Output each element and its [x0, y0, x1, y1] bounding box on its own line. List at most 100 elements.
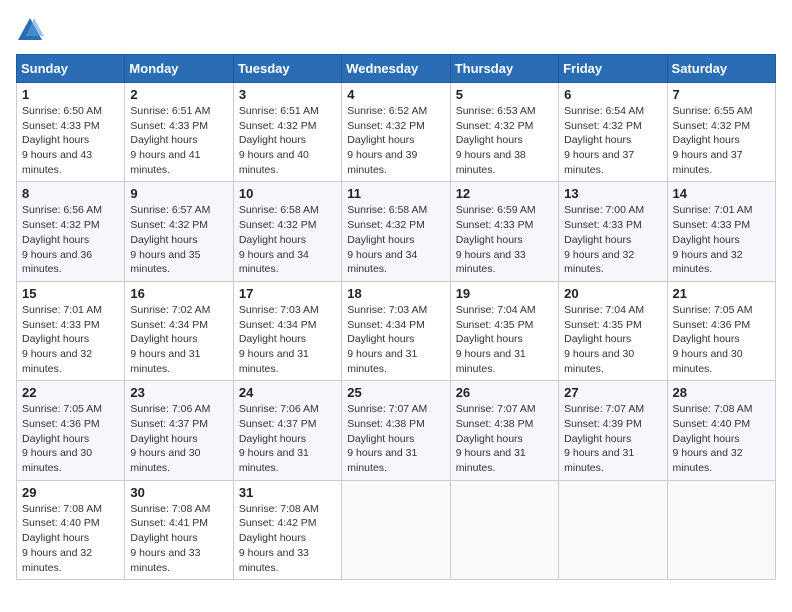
weekday-tuesday: Tuesday: [233, 55, 341, 83]
day-info: Sunrise: 7:05 AM Sunset: 4:36 PM Dayligh…: [673, 303, 770, 376]
day-number: 3: [239, 87, 336, 102]
weekday-monday: Monday: [125, 55, 233, 83]
day-number: 4: [347, 87, 444, 102]
calendar-cell: 30 Sunrise: 7:08 AM Sunset: 4:41 PM Dayl…: [125, 480, 233, 579]
calendar-cell: 17 Sunrise: 7:03 AM Sunset: 4:34 PM Dayl…: [233, 281, 341, 380]
day-number: 7: [673, 87, 770, 102]
calendar-cell: [450, 480, 558, 579]
day-number: 26: [456, 385, 553, 400]
day-number: 20: [564, 286, 661, 301]
day-number: 8: [22, 186, 119, 201]
calendar-cell: 31 Sunrise: 7:08 AM Sunset: 4:42 PM Dayl…: [233, 480, 341, 579]
day-number: 31: [239, 485, 336, 500]
day-number: 18: [347, 286, 444, 301]
calendar-cell: 25 Sunrise: 7:07 AM Sunset: 4:38 PM Dayl…: [342, 381, 450, 480]
weekday-thursday: Thursday: [450, 55, 558, 83]
day-info: Sunrise: 6:51 AM Sunset: 4:32 PM Dayligh…: [239, 104, 336, 177]
day-info: Sunrise: 7:00 AM Sunset: 4:33 PM Dayligh…: [564, 203, 661, 276]
day-info: Sunrise: 6:58 AM Sunset: 4:32 PM Dayligh…: [347, 203, 444, 276]
calendar-cell: 8 Sunrise: 6:56 AM Sunset: 4:32 PM Dayli…: [17, 182, 125, 281]
day-number: 5: [456, 87, 553, 102]
day-info: Sunrise: 6:53 AM Sunset: 4:32 PM Dayligh…: [456, 104, 553, 177]
day-number: 16: [130, 286, 227, 301]
day-info: Sunrise: 7:05 AM Sunset: 4:36 PM Dayligh…: [22, 402, 119, 475]
day-info: Sunrise: 6:52 AM Sunset: 4:32 PM Dayligh…: [347, 104, 444, 177]
day-info: Sunrise: 7:07 AM Sunset: 4:39 PM Dayligh…: [564, 402, 661, 475]
calendar-cell: 26 Sunrise: 7:07 AM Sunset: 4:38 PM Dayl…: [450, 381, 558, 480]
day-number: 27: [564, 385, 661, 400]
calendar-cell: 22 Sunrise: 7:05 AM Sunset: 4:36 PM Dayl…: [17, 381, 125, 480]
day-info: Sunrise: 7:08 AM Sunset: 4:40 PM Dayligh…: [22, 502, 119, 575]
calendar-cell: 21 Sunrise: 7:05 AM Sunset: 4:36 PM Dayl…: [667, 281, 775, 380]
calendar-week-row: 15 Sunrise: 7:01 AM Sunset: 4:33 PM Dayl…: [17, 281, 776, 380]
weekday-wednesday: Wednesday: [342, 55, 450, 83]
day-info: Sunrise: 6:59 AM Sunset: 4:33 PM Dayligh…: [456, 203, 553, 276]
calendar-cell: 16 Sunrise: 7:02 AM Sunset: 4:34 PM Dayl…: [125, 281, 233, 380]
calendar-cell: 4 Sunrise: 6:52 AM Sunset: 4:32 PM Dayli…: [342, 83, 450, 182]
day-number: 17: [239, 286, 336, 301]
calendar-header: SundayMondayTuesdayWednesdayThursdayFrid…: [17, 55, 776, 83]
calendar-cell: 20 Sunrise: 7:04 AM Sunset: 4:35 PM Dayl…: [559, 281, 667, 380]
calendar-cell: [559, 480, 667, 579]
day-number: 14: [673, 186, 770, 201]
calendar-week-row: 1 Sunrise: 6:50 AM Sunset: 4:33 PM Dayli…: [17, 83, 776, 182]
calendar-cell: [342, 480, 450, 579]
calendar-cell: 27 Sunrise: 7:07 AM Sunset: 4:39 PM Dayl…: [559, 381, 667, 480]
calendar-table: SundayMondayTuesdayWednesdayThursdayFrid…: [16, 54, 776, 580]
day-number: 19: [456, 286, 553, 301]
calendar-cell: 29 Sunrise: 7:08 AM Sunset: 4:40 PM Dayl…: [17, 480, 125, 579]
logo: [16, 16, 48, 44]
weekday-header-row: SundayMondayTuesdayWednesdayThursdayFrid…: [17, 55, 776, 83]
day-number: 1: [22, 87, 119, 102]
day-number: 22: [22, 385, 119, 400]
calendar-cell: 13 Sunrise: 7:00 AM Sunset: 4:33 PM Dayl…: [559, 182, 667, 281]
calendar-cell: 23 Sunrise: 7:06 AM Sunset: 4:37 PM Dayl…: [125, 381, 233, 480]
calendar-cell: 11 Sunrise: 6:58 AM Sunset: 4:32 PM Dayl…: [342, 182, 450, 281]
day-info: Sunrise: 6:56 AM Sunset: 4:32 PM Dayligh…: [22, 203, 119, 276]
day-info: Sunrise: 7:07 AM Sunset: 4:38 PM Dayligh…: [456, 402, 553, 475]
day-number: 12: [456, 186, 553, 201]
day-info: Sunrise: 7:06 AM Sunset: 4:37 PM Dayligh…: [239, 402, 336, 475]
day-info: Sunrise: 6:58 AM Sunset: 4:32 PM Dayligh…: [239, 203, 336, 276]
day-info: Sunrise: 6:51 AM Sunset: 4:33 PM Dayligh…: [130, 104, 227, 177]
calendar-cell: 12 Sunrise: 6:59 AM Sunset: 4:33 PM Dayl…: [450, 182, 558, 281]
calendar-cell: 5 Sunrise: 6:53 AM Sunset: 4:32 PM Dayli…: [450, 83, 558, 182]
day-info: Sunrise: 7:06 AM Sunset: 4:37 PM Dayligh…: [130, 402, 227, 475]
weekday-saturday: Saturday: [667, 55, 775, 83]
calendar-week-row: 29 Sunrise: 7:08 AM Sunset: 4:40 PM Dayl…: [17, 480, 776, 579]
day-number: 25: [347, 385, 444, 400]
day-number: 10: [239, 186, 336, 201]
day-number: 9: [130, 186, 227, 201]
calendar-cell: 10 Sunrise: 6:58 AM Sunset: 4:32 PM Dayl…: [233, 182, 341, 281]
page-header: [16, 16, 776, 44]
day-number: 6: [564, 87, 661, 102]
calendar-week-row: 22 Sunrise: 7:05 AM Sunset: 4:36 PM Dayl…: [17, 381, 776, 480]
calendar-cell: 14 Sunrise: 7:01 AM Sunset: 4:33 PM Dayl…: [667, 182, 775, 281]
day-info: Sunrise: 7:02 AM Sunset: 4:34 PM Dayligh…: [130, 303, 227, 376]
day-number: 23: [130, 385, 227, 400]
day-info: Sunrise: 6:54 AM Sunset: 4:32 PM Dayligh…: [564, 104, 661, 177]
day-number: 13: [564, 186, 661, 201]
weekday-sunday: Sunday: [17, 55, 125, 83]
calendar-cell: 18 Sunrise: 7:03 AM Sunset: 4:34 PM Dayl…: [342, 281, 450, 380]
day-info: Sunrise: 7:07 AM Sunset: 4:38 PM Dayligh…: [347, 402, 444, 475]
day-info: Sunrise: 7:04 AM Sunset: 4:35 PM Dayligh…: [456, 303, 553, 376]
calendar-cell: 3 Sunrise: 6:51 AM Sunset: 4:32 PM Dayli…: [233, 83, 341, 182]
day-info: Sunrise: 7:04 AM Sunset: 4:35 PM Dayligh…: [564, 303, 661, 376]
day-number: 21: [673, 286, 770, 301]
day-number: 2: [130, 87, 227, 102]
weekday-friday: Friday: [559, 55, 667, 83]
day-number: 11: [347, 186, 444, 201]
calendar-cell: 9 Sunrise: 6:57 AM Sunset: 4:32 PM Dayli…: [125, 182, 233, 281]
calendar-week-row: 8 Sunrise: 6:56 AM Sunset: 4:32 PM Dayli…: [17, 182, 776, 281]
day-info: Sunrise: 7:08 AM Sunset: 4:42 PM Dayligh…: [239, 502, 336, 575]
logo-icon: [16, 16, 44, 44]
day-info: Sunrise: 6:55 AM Sunset: 4:32 PM Dayligh…: [673, 104, 770, 177]
calendar-cell: 6 Sunrise: 6:54 AM Sunset: 4:32 PM Dayli…: [559, 83, 667, 182]
calendar-cell: 24 Sunrise: 7:06 AM Sunset: 4:37 PM Dayl…: [233, 381, 341, 480]
day-info: Sunrise: 7:03 AM Sunset: 4:34 PM Dayligh…: [347, 303, 444, 376]
calendar-cell: 7 Sunrise: 6:55 AM Sunset: 4:32 PM Dayli…: [667, 83, 775, 182]
calendar-cell: [667, 480, 775, 579]
calendar-body: 1 Sunrise: 6:50 AM Sunset: 4:33 PM Dayli…: [17, 83, 776, 580]
calendar-cell: 19 Sunrise: 7:04 AM Sunset: 4:35 PM Dayl…: [450, 281, 558, 380]
